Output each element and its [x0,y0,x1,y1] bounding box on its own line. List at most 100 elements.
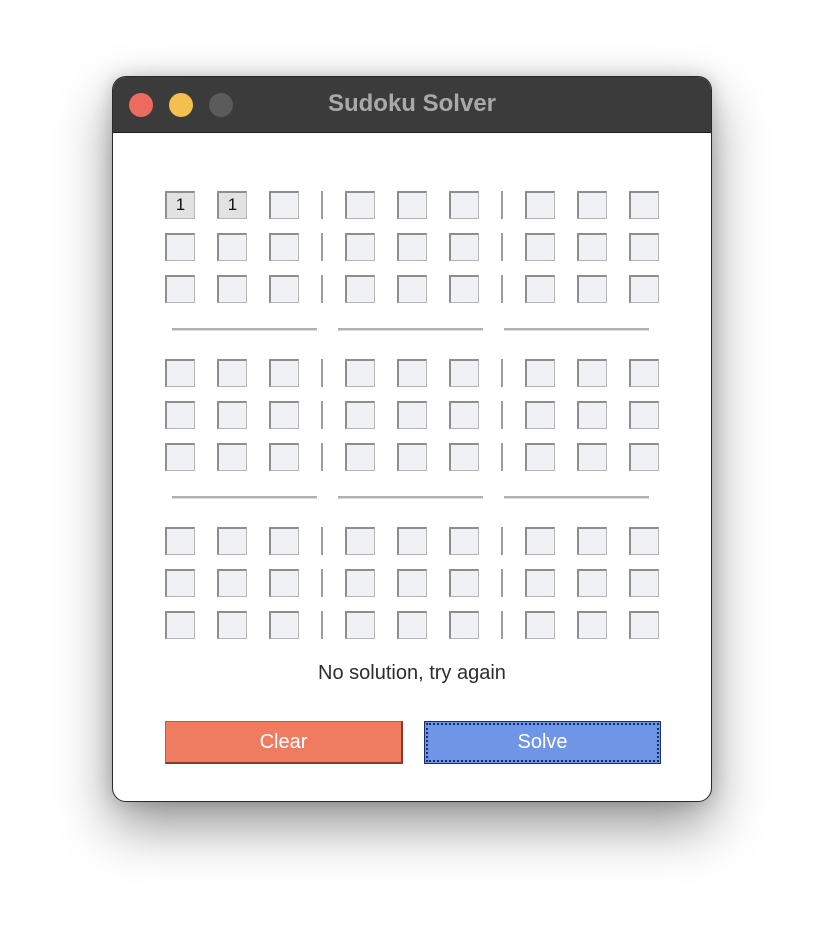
sudoku-cell[interactable] [217,569,247,597]
sudoku-cell[interactable] [165,275,195,303]
sudoku-cell[interactable] [345,359,375,387]
sudoku-cell[interactable] [165,233,195,261]
sudoku-cell[interactable] [449,527,479,555]
box-divider-vertical [321,443,323,471]
sudoku-cell[interactable] [397,359,427,387]
box-divider-vertical [501,527,503,555]
sudoku-cell[interactable] [217,233,247,261]
sudoku-cell[interactable] [345,275,375,303]
sudoku-cell[interactable] [577,233,607,261]
sudoku-cell[interactable] [397,527,427,555]
sudoku-cell[interactable] [577,569,607,597]
sudoku-cell[interactable] [217,611,247,639]
sudoku-cell[interactable] [449,401,479,429]
sudoku-cell[interactable] [525,191,555,219]
sudoku-cell[interactable] [629,359,659,387]
sudoku-cell[interactable] [397,611,427,639]
sudoku-cell[interactable] [269,359,299,387]
sudoku-cell[interactable] [397,191,427,219]
sudoku-cell[interactable] [217,275,247,303]
sudoku-cell[interactable] [165,443,195,471]
sudoku-cell[interactable] [269,275,299,303]
sudoku-cell[interactable] [629,569,659,597]
sudoku-cell[interactable] [577,401,607,429]
sudoku-cell[interactable] [269,569,299,597]
sudoku-cell[interactable] [165,569,195,597]
sudoku-cell[interactable] [269,611,299,639]
sudoku-cell[interactable] [525,359,555,387]
sudoku-cell[interactable] [217,527,247,555]
sudoku-cell[interactable] [629,275,659,303]
sudoku-cell[interactable] [577,443,607,471]
sudoku-cell[interactable] [629,611,659,639]
sudoku-cell[interactable] [217,443,247,471]
sudoku-cell[interactable] [525,401,555,429]
sudoku-cell[interactable] [525,275,555,303]
sudoku-cell[interactable] [397,443,427,471]
sudoku-cell[interactable] [345,191,375,219]
solve-button[interactable]: Solve [424,721,661,764]
sudoku-cell[interactable] [629,233,659,261]
sudoku-cell[interactable] [165,401,195,429]
box-divider-horizontal [504,328,649,331]
sudoku-cell[interactable] [165,611,195,639]
sudoku-cell[interactable]: 1 [165,191,195,219]
window-title: Sudoku Solver [327,90,497,117]
sudoku-cell[interactable] [449,275,479,303]
clear-button[interactable]: Clear [165,721,403,764]
box-divider-vertical [501,569,503,597]
sudoku-cell[interactable] [525,233,555,261]
box-divider-vertical [321,275,323,303]
sudoku-cell[interactable] [577,611,607,639]
sudoku-cell[interactable] [449,443,479,471]
sudoku-cell[interactable] [345,233,375,261]
sudoku-cell[interactable] [397,401,427,429]
sudoku-cell[interactable] [165,527,195,555]
sudoku-cell[interactable] [269,233,299,261]
sudoku-cell[interactable] [397,569,427,597]
sudoku-cell[interactable] [269,527,299,555]
box-divider-vertical [501,611,503,639]
sudoku-cell[interactable] [525,611,555,639]
sudoku-cell[interactable] [525,443,555,471]
sudoku-cell[interactable] [629,401,659,429]
sudoku-cell[interactable] [345,569,375,597]
sudoku-cell[interactable] [345,611,375,639]
sudoku-cell[interactable] [449,611,479,639]
sudoku-cell[interactable] [449,191,479,219]
sudoku-cell[interactable] [165,359,195,387]
sudoku-cell[interactable] [629,443,659,471]
sudoku-cell[interactable] [269,191,299,219]
box-divider-vertical [321,401,323,429]
box-divider-vertical [501,233,503,261]
sudoku-cell[interactable] [449,359,479,387]
sudoku-cell[interactable] [397,233,427,261]
sudoku-cell[interactable] [629,527,659,555]
sudoku-cell[interactable] [217,359,247,387]
sudoku-cell[interactable] [269,443,299,471]
sudoku-cell[interactable] [577,275,607,303]
sudoku-cell[interactable] [269,401,299,429]
box-divider-vertical [501,275,503,303]
box-divider-horizontal [172,328,317,331]
box-divider-vertical [501,443,503,471]
app-window: Sudoku Solver 11 No solution, try again … [112,76,712,802]
box-divider-horizontal [338,496,483,499]
sudoku-cell[interactable] [525,569,555,597]
sudoku-cell[interactable] [577,527,607,555]
sudoku-cell[interactable] [345,401,375,429]
sudoku-cell[interactable] [525,527,555,555]
sudoku-cell[interactable] [345,527,375,555]
sudoku-cell[interactable] [577,359,607,387]
box-divider-vertical [321,233,323,261]
sudoku-cell[interactable] [449,233,479,261]
sudoku-cell[interactable] [629,191,659,219]
sudoku-cell[interactable] [345,443,375,471]
sudoku-cell[interactable] [397,275,427,303]
box-divider-horizontal [338,328,483,331]
sudoku-cell[interactable] [217,401,247,429]
box-divider-vertical [501,401,503,429]
sudoku-cell[interactable] [449,569,479,597]
sudoku-cell[interactable]: 1 [217,191,247,219]
sudoku-cell[interactable] [577,191,607,219]
